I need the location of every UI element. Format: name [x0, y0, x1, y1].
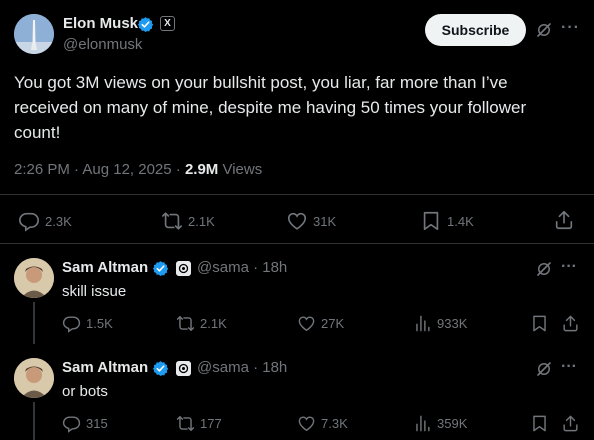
like-icon [297, 314, 316, 333]
reply-text: or bots [62, 383, 108, 400]
openai-logo-icon [176, 261, 191, 276]
reply-count: 1.5K [86, 316, 113, 331]
verified-icon [137, 16, 154, 33]
views-icon [413, 314, 432, 333]
share-icon [561, 414, 580, 433]
bookmark-button[interactable] [530, 314, 554, 333]
repost-button[interactable]: 2.1K [161, 210, 215, 232]
repost-count: 2.1K [188, 213, 215, 229]
reply-button[interactable]: 2.3K [18, 210, 72, 232]
reply-author-name[interactable]: Sam Altman [62, 259, 148, 276]
grok-icon[interactable] [535, 360, 553, 378]
reply-button[interactable]: 315 [62, 414, 108, 433]
like-icon [286, 210, 308, 232]
reply-author-name[interactable]: Sam Altman [62, 359, 148, 376]
timestamp[interactable]: 2:26 PM · Aug 12, 2025 · [14, 161, 185, 178]
reply-handle[interactable]: @sama · 18h [197, 259, 287, 276]
like-button[interactable]: 7.3K [297, 414, 348, 433]
x-logo-icon: X [160, 16, 175, 31]
divider [0, 194, 594, 195]
repost-icon [176, 414, 195, 433]
reply-avatar[interactable] [14, 358, 54, 398]
like-button[interactable]: 27K [297, 314, 344, 333]
reply-handle[interactable]: @sama · 18h [197, 359, 287, 376]
reply-item[interactable]: Sam Altman @sama · 18h ··· skill issue 1… [0, 244, 594, 344]
reply-avatar[interactable] [14, 258, 54, 298]
share-button[interactable] [561, 414, 585, 433]
main-tweet: Elon Musk X @elonmusk Subscribe ··· You … [0, 0, 594, 244]
views-button[interactable]: 933K [413, 314, 467, 333]
bookmark-icon [530, 414, 549, 433]
share-button[interactable] [561, 314, 585, 333]
repost-icon [176, 314, 195, 333]
bookmark-button[interactable]: 1.4K [420, 210, 474, 232]
reply-text: skill issue [62, 283, 127, 300]
verified-icon [152, 260, 169, 277]
reply-icon [62, 414, 81, 433]
like-count: 7.3K [321, 416, 348, 431]
share-icon [561, 314, 580, 333]
reply-icon [18, 210, 40, 232]
reply-icon [62, 314, 81, 333]
views-count: 359K [437, 416, 468, 431]
grok-icon[interactable] [535, 260, 553, 278]
more-icon[interactable]: ··· [561, 358, 577, 376]
reply-item[interactable]: Sam Altman @sama · 18h ··· or bots 315 1… [0, 344, 594, 440]
views-count: 933K [437, 316, 468, 331]
share-icon [553, 209, 575, 231]
thread-line [33, 402, 35, 440]
author-handle[interactable]: @elonmusk [63, 36, 142, 53]
like-count: 31K [313, 213, 337, 229]
more-icon[interactable]: ··· [561, 258, 577, 276]
author-avatar[interactable] [14, 14, 54, 54]
reply-count: 315 [86, 416, 108, 431]
author-name[interactable]: Elon Musk [63, 15, 138, 32]
tweet-meta: 2:26 PM · Aug 12, 2025 · 2.9M Views [14, 161, 262, 178]
like-button[interactable]: 31K [286, 210, 336, 232]
thread-line [33, 302, 35, 344]
repost-button[interactable]: 177 [176, 414, 222, 433]
more-icon[interactable]: ··· [561, 19, 580, 37]
bookmark-icon [530, 314, 549, 333]
repost-count: 2.1K [200, 316, 227, 331]
views-icon [413, 414, 432, 433]
like-count: 27K [321, 316, 345, 331]
reply-count: 2.3K [45, 213, 72, 229]
repost-count: 177 [200, 416, 222, 431]
reply-button[interactable]: 1.5K [62, 314, 113, 333]
openai-logo-icon [176, 361, 191, 376]
verified-icon [152, 360, 169, 377]
views-label: Views [218, 161, 263, 178]
bookmark-icon [420, 210, 442, 232]
repost-icon [161, 210, 183, 232]
bookmark-button[interactable] [530, 414, 554, 433]
tweet-text: You got 3M views on your bullshit post, … [14, 73, 527, 142]
views-button[interactable]: 359K [413, 414, 467, 433]
repost-button[interactable]: 2.1K [176, 314, 227, 333]
views-count: 2.9M [184, 161, 219, 178]
grok-icon[interactable] [535, 21, 553, 39]
like-icon [297, 414, 316, 433]
share-button[interactable] [553, 209, 580, 231]
subscribe-button[interactable]: Subscribe [425, 14, 526, 46]
bookmark-count: 1.4K [447, 213, 474, 229]
